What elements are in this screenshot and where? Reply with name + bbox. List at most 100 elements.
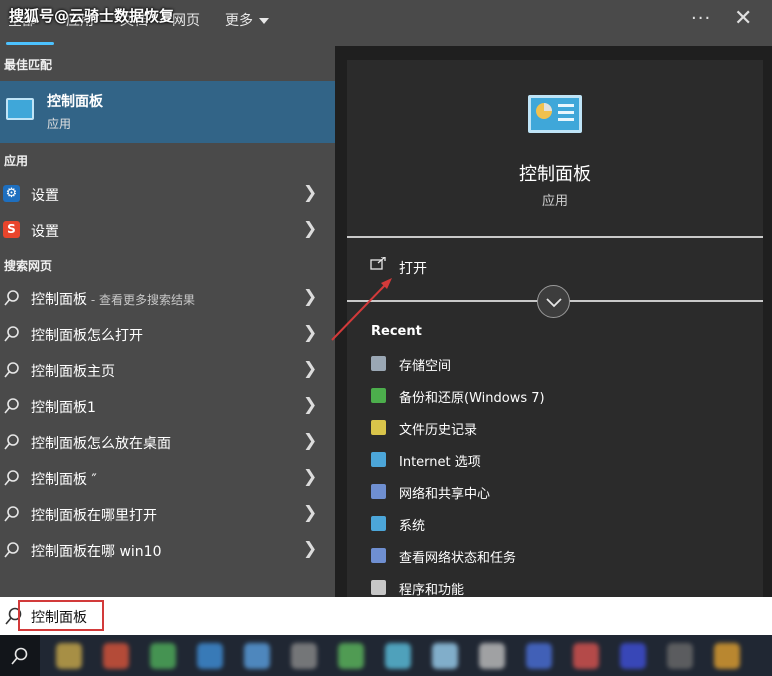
preview-panel: 控制面板 应用 打开 Recent 存储空间 备份和还原(Windows 7) 文件… [347, 60, 763, 598]
watermark-text: 搜狐号@云骑士数据恢复 [9, 7, 175, 25]
results-panel: 最佳匹配 控制面板 应用 应用 ⚙ 设置 ❯ S 设置 ❯ 搜索网页 控制面板 … [0, 46, 335, 597]
app-result-settings-sogou[interactable]: S 设置 ❯ [0, 212, 335, 248]
web-result-label: 控制面板怎么放在桌面 [31, 436, 171, 452]
taskbar-app-icon[interactable] [385, 643, 411, 669]
recent-item[interactable]: 系统 [347, 510, 763, 542]
recent-item-label: 存储空间 [399, 359, 452, 374]
sogou-icon: S [3, 221, 20, 238]
recent-item-label: 系统 [399, 519, 426, 534]
best-match-item[interactable]: 控制面板 应用 [0, 81, 335, 143]
recent-item-label: 程序和功能 [399, 583, 465, 598]
web-result-item[interactable]: 控制面板在哪里打开 ❯ [0, 496, 335, 532]
network-icon [371, 484, 386, 499]
gear-icon: ⚙ [3, 185, 20, 202]
network-status-icon [371, 548, 386, 563]
control-panel-icon [528, 95, 582, 133]
search-input[interactable]: 控制面板 [31, 607, 87, 627]
best-match-header: 最佳匹配 [4, 58, 53, 72]
taskbar-app-icon[interactable] [573, 643, 599, 669]
best-match-subtitle: 应用 [47, 117, 72, 131]
search-icon [4, 326, 19, 342]
chevron-right-icon[interactable]: ❯ [303, 539, 317, 559]
chevron-right-icon[interactable]: ❯ [303, 359, 317, 379]
chevron-right-icon[interactable]: ❯ [303, 219, 317, 239]
search-icon [4, 542, 19, 558]
recent-item[interactable]: 备份和还原(Windows 7) [347, 382, 763, 414]
search-icon [11, 647, 28, 665]
web-result-label: 控制面板在哪 win10 [31, 544, 162, 560]
app-result-label: 设置 [31, 224, 59, 240]
preview-app-type: 应用 [541, 194, 568, 209]
web-result-label: 控制面板在哪里打开 [31, 508, 157, 524]
preview-app-name: 控制面板 [519, 164, 591, 185]
recent-item[interactable]: 网络和共享中心 [347, 478, 763, 510]
storage-icon [371, 356, 386, 371]
chevron-right-icon[interactable]: ❯ [303, 467, 317, 487]
chevron-right-icon[interactable]: ❯ [303, 183, 317, 203]
taskbar [0, 635, 772, 676]
tab-web[interactable]: 网页 [172, 10, 200, 30]
web-result-item[interactable]: 控制面板 ″ ❯ [0, 460, 335, 496]
chevron-right-icon[interactable]: ❯ [303, 431, 317, 451]
taskbar-app-icon[interactable] [150, 643, 176, 669]
app-result-label: 设置 [31, 188, 59, 204]
chevron-right-icon[interactable]: ❯ [303, 287, 317, 307]
web-result-item[interactable]: 控制面板怎么打开 ❯ [0, 316, 335, 352]
chevron-right-icon[interactable]: ❯ [303, 323, 317, 343]
taskbar-app-icon[interactable] [103, 643, 129, 669]
search-icon [4, 362, 19, 378]
taskbar-app-icon[interactable] [338, 643, 364, 669]
taskbar-app-icon[interactable] [244, 643, 270, 669]
web-result-item[interactable]: 控制面板怎么放在桌面 ❯ [0, 424, 335, 460]
internet-options-icon [371, 452, 386, 467]
file-history-icon [371, 420, 386, 435]
recent-item-label: 备份和还原(Windows 7) [399, 391, 545, 406]
taskbar-app-icon[interactable] [620, 643, 646, 669]
web-result-label: 控制面板怎么打开 [31, 328, 143, 344]
chevron-right-icon[interactable]: ❯ [303, 395, 317, 415]
web-result-label: 控制面板 ″ [31, 472, 97, 488]
taskbar-app-icon[interactable] [714, 643, 740, 669]
taskbar-app-icon[interactable] [479, 643, 505, 669]
web-result-item[interactable]: 控制面板主页 ❯ [0, 352, 335, 388]
web-result-item[interactable]: 控制面板1 ❯ [0, 388, 335, 424]
taskbar-app-icon[interactable] [667, 643, 693, 669]
search-icon [4, 290, 19, 306]
taskbar-app-icon[interactable] [56, 643, 82, 669]
annotation-arrow [331, 278, 392, 341]
chevron-down-icon [259, 18, 269, 24]
open-icon [370, 257, 386, 270]
recent-item[interactable]: 文件历史记录 [347, 414, 763, 446]
more-options-button[interactable]: ··· [691, 8, 711, 29]
taskbar-app-icon[interactable] [526, 643, 552, 669]
best-match-title: 控制面板 [47, 94, 103, 110]
recent-item-label: Internet 选项 [399, 455, 481, 470]
chevron-down-icon [546, 298, 562, 308]
recent-item[interactable]: 查看网络状态和任务 [347, 542, 763, 574]
taskbar-app-icon[interactable] [291, 643, 317, 669]
taskbar-search-button[interactable] [0, 635, 40, 676]
web-result-label: 控制面板1 [31, 400, 96, 416]
expand-button[interactable] [537, 285, 570, 318]
recent-item[interactable]: 存储空间 [347, 350, 763, 382]
taskbar-app-icon[interactable] [432, 643, 458, 669]
recent-item[interactable]: Internet 选项 [347, 446, 763, 478]
recent-item-label: 网络和共享中心 [399, 487, 491, 502]
search-icon [4, 470, 19, 486]
web-result-label: 控制面板主页 [31, 364, 115, 380]
close-button[interactable]: ✕ [734, 6, 752, 31]
divider [347, 236, 763, 238]
search-icon [4, 506, 19, 522]
app-result-settings[interactable]: ⚙ 设置 ❯ [0, 176, 335, 212]
tab-more[interactable]: 更多 [225, 10, 269, 30]
web-result-item[interactable]: 控制面板 - 查看更多搜索结果 ❯ [0, 280, 335, 316]
open-action-button[interactable]: 打开 [399, 258, 427, 278]
chevron-right-icon[interactable]: ❯ [303, 503, 317, 523]
taskbar-app-icon[interactable] [197, 643, 223, 669]
programs-icon [371, 580, 386, 595]
system-icon [371, 516, 386, 531]
web-result-item[interactable]: 控制面板在哪 win10 ❯ [0, 532, 335, 568]
recent-item-label: 文件历史记录 [399, 423, 478, 438]
recent-item-label: 查看网络状态和任务 [399, 551, 517, 566]
active-tab-indicator [6, 42, 54, 45]
